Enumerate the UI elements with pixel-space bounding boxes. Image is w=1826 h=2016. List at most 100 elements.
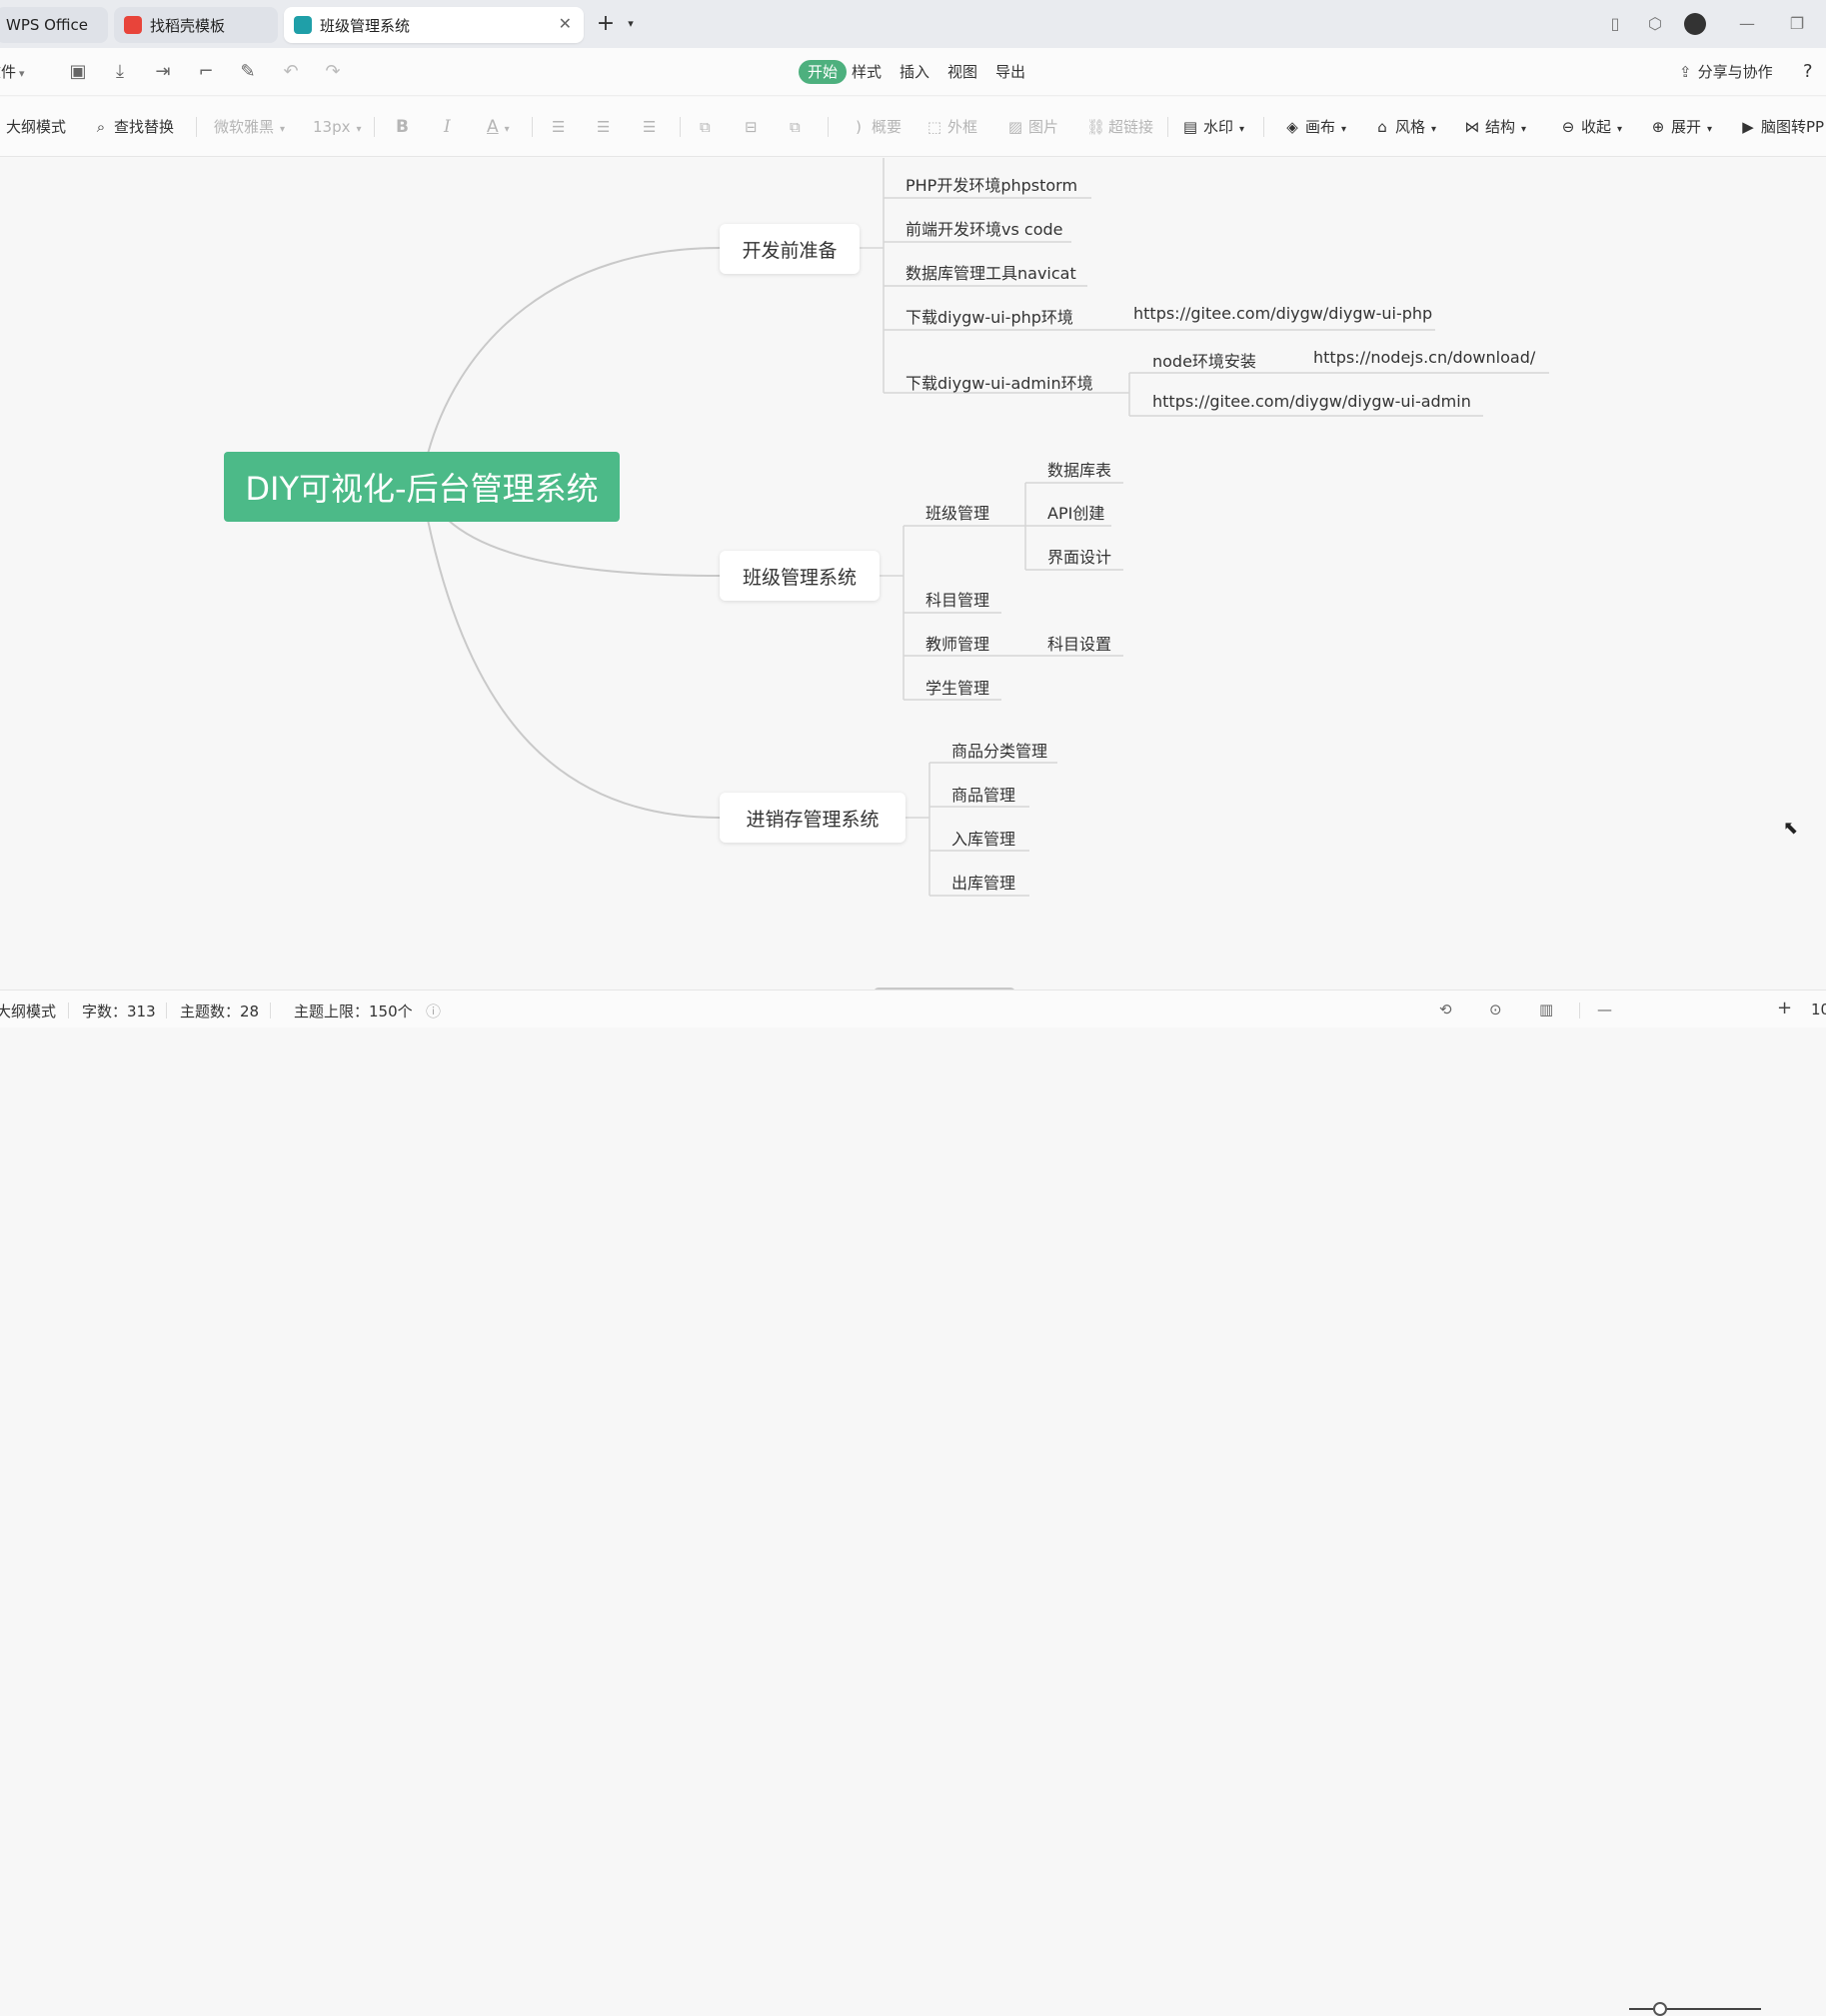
tab-wps-office[interactable]: WPS Office (0, 7, 108, 43)
link-icon: ⛓ (1086, 118, 1106, 136)
save-icon[interactable]: ▣ (66, 60, 90, 84)
subtopic-subject-management[interactable]: 科目管理 (925, 587, 989, 611)
subtopic-php-repo-link[interactable]: https://gitee.com/diygw/diygw-ui-php (1133, 304, 1432, 323)
outline-mode-button[interactable]: 大纲模式 (6, 115, 66, 139)
status-divider (166, 1003, 167, 1018)
avatar[interactable] (1683, 12, 1707, 36)
bold-button[interactable]: B (396, 115, 409, 139)
expand-button[interactable]: ⊕ 展开 ▾ (1649, 115, 1712, 139)
font-family-select[interactable]: 微软雅黑 ▾ (214, 115, 285, 139)
help-icon[interactable]: ? (1803, 60, 1813, 84)
insert-sibling-icon[interactable]: ⊟ (745, 115, 758, 139)
mindmap-to-ppt-button[interactable]: ▶ 脑图转PP (1739, 115, 1824, 139)
status-divider (68, 1003, 69, 1018)
outline-mode-status[interactable]: 大纲模式 (0, 1001, 56, 1021)
format-painter-icon[interactable]: ⌐ (194, 60, 218, 84)
topic-class-management[interactable]: 班级管理系统 (720, 551, 880, 601)
subtopic-subject-settings[interactable]: 科目设置 (1047, 631, 1111, 655)
redo-icon[interactable]: ↷ (321, 60, 345, 84)
topic-dev-preparation[interactable]: 开发前准备 (720, 224, 860, 274)
close-tab-icon[interactable]: ✕ (559, 14, 572, 33)
subtopic-product-management[interactable]: 商品管理 (951, 782, 1015, 806)
summary-button[interactable]: ) 概要 (850, 115, 902, 139)
watermark-button[interactable]: ▤ 水印 ▾ (1181, 115, 1244, 139)
subtopic-product-category[interactable]: 商品分类管理 (951, 738, 1047, 762)
expand-label: 展开 (1671, 118, 1702, 136)
minimize-icon[interactable]: — (1735, 12, 1759, 36)
menu-tab-insert[interactable]: 插入 (900, 60, 929, 84)
subtopic-navicat[interactable]: 数据库管理工具navicat (906, 260, 1076, 284)
layout-panel-icon[interactable]: ▯ (1603, 12, 1627, 36)
subtopic-phpstorm[interactable]: PHP开发环境phpstorm (906, 172, 1077, 196)
topic-inventory-management[interactable]: 进销存管理系统 (720, 793, 906, 843)
hyperlink-button[interactable]: ⛓ 超链接 (1086, 115, 1153, 139)
align-left-icon[interactable]: ☰ (552, 115, 565, 139)
pen-icon[interactable]: ✎ (236, 60, 260, 84)
cube-icon[interactable]: ⬡ (1643, 12, 1667, 36)
new-tab-icon[interactable]: + (594, 12, 618, 36)
align-right-icon[interactable]: ☰ (643, 115, 656, 139)
download-icon[interactable]: ⤓ (108, 60, 132, 84)
canvas-label: 画布 (1305, 118, 1336, 136)
mindmap-canvas[interactable]: DIY可视化-后台管理系统 开发前准备 PHP开发环境phpstorm 前端开发… (0, 158, 1826, 988)
menu-tab-view[interactable]: 视图 (947, 60, 977, 84)
zoom-level[interactable]: 10 (1811, 1001, 1826, 1018)
file-menu[interactable]: 文件▾ (0, 60, 25, 84)
subtopic-ui-design[interactable]: 界面设计 (1047, 544, 1111, 568)
style-button[interactable]: ⌂ 风格 ▾ (1373, 115, 1436, 139)
collapse-button[interactable]: ⊖ 收起 ▾ (1559, 115, 1622, 139)
info-icon[interactable]: ⓘ (426, 1001, 441, 1021)
export-icon[interactable]: ⇥ (151, 60, 175, 84)
locate-icon[interactable]: ⊙ (1489, 1001, 1502, 1018)
subtopic-class-admin[interactable]: 班级管理 (925, 500, 989, 524)
maximize-icon[interactable]: ❐ (1785, 12, 1809, 36)
font-color-button[interactable]: A ▾ (487, 115, 510, 139)
structure-button[interactable]: ⋈ 结构 ▾ (1463, 115, 1527, 139)
zoom-out-icon[interactable]: — (1597, 1001, 1612, 1018)
subtopic-nodejs-link[interactable]: https://nodejs.cn/download/ (1313, 348, 1535, 367)
subtopic-download-admin[interactable]: 下载diygw-ui-admin环境 (906, 370, 1093, 394)
zoom-slider-track[interactable] (1629, 2008, 1761, 2010)
subtopic-vscode[interactable]: 前端开发环境vs code (906, 216, 1062, 240)
subtopic-student-management[interactable]: 学生管理 (925, 675, 989, 699)
insert-parent-icon[interactable]: ⧉ (790, 115, 801, 139)
subtopic-api-creation[interactable]: API创建 (1047, 500, 1104, 524)
map-icon[interactable]: ▥ (1539, 1001, 1553, 1018)
toolbar-divider (1167, 117, 1168, 137)
root-topic[interactable]: DIY可视化-后台管理系统 (224, 452, 620, 522)
menu-tab-start[interactable]: 开始 (799, 60, 848, 84)
tab-mindmap-document[interactable]: 班级管理系统 ✕ (284, 7, 584, 43)
tab-label: WPS Office (6, 16, 88, 34)
tab-bar: WPS Office 找稻壳模板 班级管理系统 ✕ + ▾ ▯ ⬡ — ❐ (0, 0, 1826, 48)
frame-button[interactable]: ⬚ 外框 (925, 115, 977, 139)
watermark-icon: ▤ (1182, 118, 1198, 136)
subtopic-database-tables[interactable]: 数据库表 (1047, 457, 1111, 481)
chevron-down-icon: ▾ (280, 124, 286, 135)
image-icon: ▨ (1007, 118, 1023, 136)
subtopic-teacher-management[interactable]: 教师管理 (925, 631, 989, 655)
find-replace-button[interactable]: ⌕ 查找替换 (92, 115, 174, 139)
align-center-icon[interactable]: ☰ (597, 115, 610, 139)
subtopic-stock-out[interactable]: 出库管理 (951, 870, 1015, 894)
history-icon[interactable]: ⟲ (1439, 1001, 1452, 1018)
subtopic-admin-repo-link[interactable]: https://gitee.com/diygw/diygw-ui-admin (1152, 392, 1471, 411)
share-icon: ⇪ (1679, 63, 1692, 81)
menu-tab-style[interactable]: 样式 (852, 60, 882, 84)
subtopic-node-install[interactable]: node环境安装 (1152, 348, 1256, 372)
subtopic-download-php[interactable]: 下载diygw-ui-php环境 (906, 304, 1073, 328)
font-size-select[interactable]: 13px ▾ (313, 115, 362, 139)
menu-tab-export[interactable]: 导出 (995, 60, 1025, 84)
chevron-down-icon[interactable]: ▾ (619, 12, 643, 36)
tab-docer-templates[interactable]: 找稻壳模板 (114, 7, 278, 43)
share-button[interactable]: ⇪ 分享与协作 (1679, 60, 1773, 84)
italic-button[interactable]: I (444, 115, 451, 139)
undo-icon[interactable]: ↶ (279, 60, 303, 84)
zoom-in-icon[interactable]: + (1777, 998, 1792, 1018)
canvas-button[interactable]: ◈ 画布 ▾ (1283, 115, 1346, 139)
insert-child-icon[interactable]: ⧉ (700, 115, 711, 139)
zoom-slider-handle[interactable] (1653, 2002, 1667, 2016)
subtopic-stock-in[interactable]: 入库管理 (951, 826, 1015, 850)
watermark-label: 水印 (1203, 118, 1234, 136)
chevron-down-icon: ▾ (356, 124, 362, 135)
image-button[interactable]: ▨ 图片 (1006, 115, 1058, 139)
